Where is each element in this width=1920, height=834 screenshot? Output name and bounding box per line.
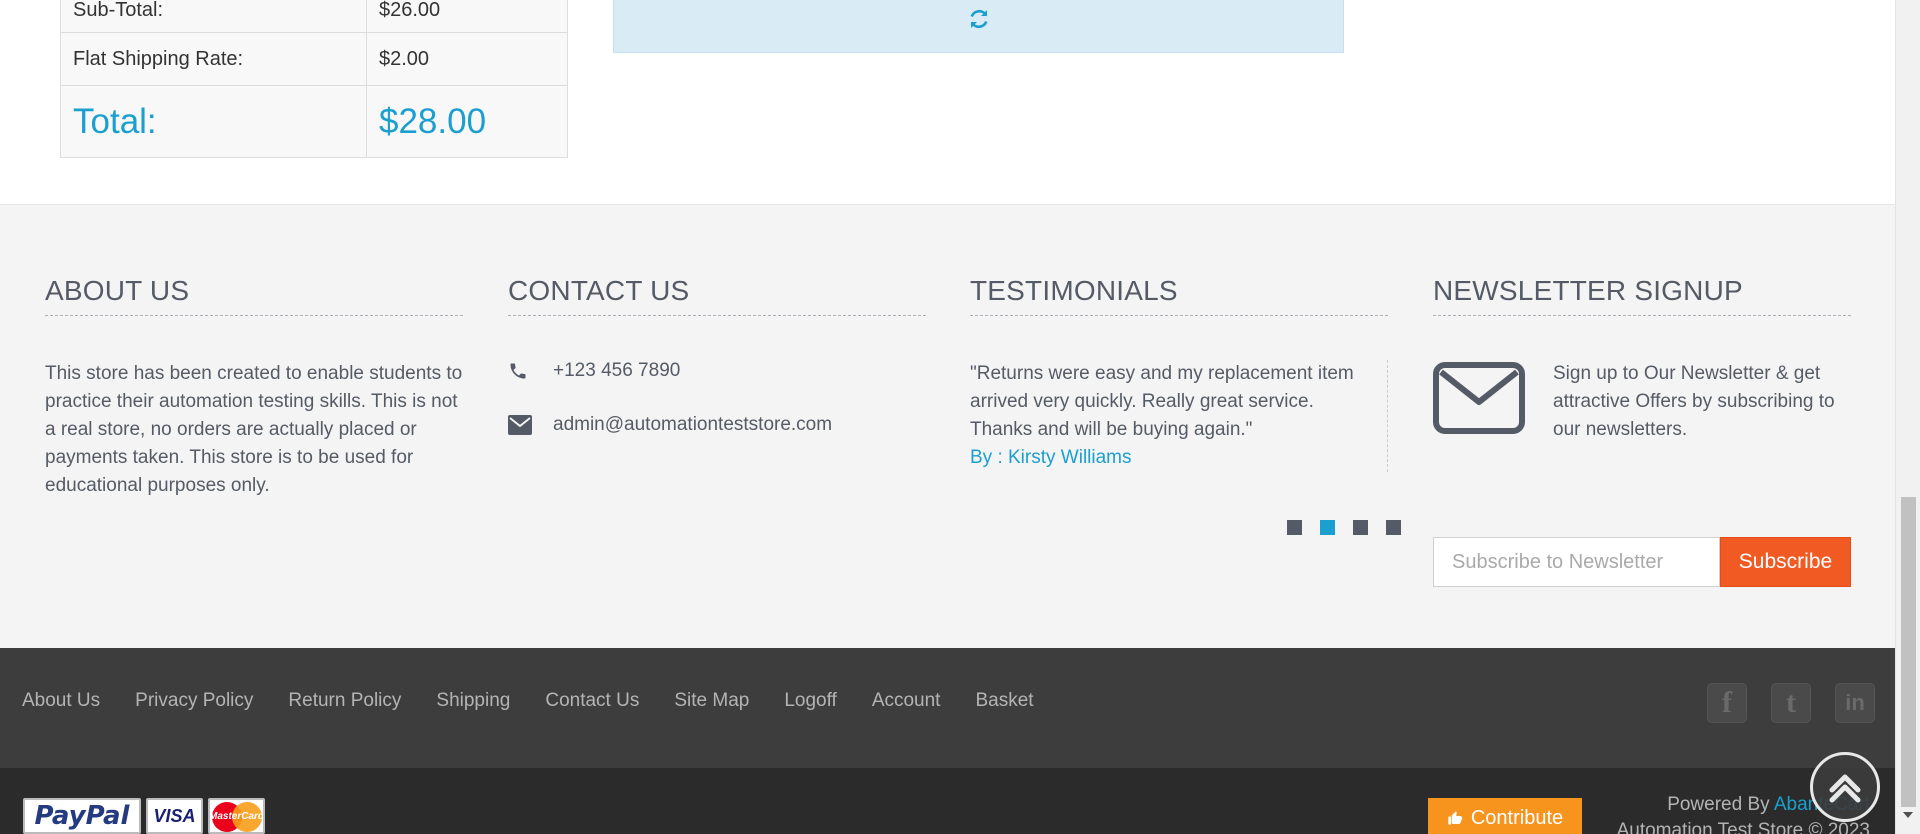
testimonial-quote: "Returns were easy and my replacement it… (970, 363, 1354, 440)
testimonials-title: TESTIMONIALS (970, 275, 1388, 316)
refresh-icon[interactable] (967, 7, 991, 31)
mastercard-logo: MasterCard (208, 798, 265, 834)
chevron-up-icon (1829, 774, 1861, 803)
about-us-text: This store has been created to enable st… (45, 363, 463, 496)
estimate-shipping-panel (613, 0, 1344, 53)
total-label: Total: (60, 85, 367, 158)
newsletter-title: NEWSLETTER SIGNUP (1433, 275, 1851, 316)
total-row: Total: $28.00 (60, 85, 568, 158)
powered-by-prefix: Powered By (1667, 794, 1770, 815)
testimonial-dot-4[interactable] (1386, 520, 1401, 535)
footer-link-contact-us[interactable]: Contact Us (545, 690, 639, 711)
testimonial-slide: "Returns were easy and my replacement it… (970, 360, 1388, 472)
testimonial-dot-1[interactable] (1287, 520, 1302, 535)
visa-logo: VISA (146, 798, 203, 834)
about-us-block: ABOUT US This store has been created to … (45, 275, 463, 500)
thumbs-up-icon (1448, 811, 1463, 825)
subtotal-label: Sub-Total: (60, 0, 367, 33)
twitter-icon[interactable]: t (1771, 683, 1811, 723)
newsletter-email-input[interactable] (1433, 537, 1720, 587)
testimonial-dot-2[interactable] (1320, 520, 1335, 535)
totals-table: Sub-Total: $26.00 Flat Shipping Rate: $2… (60, 0, 568, 158)
footer-link-privacy-policy[interactable]: Privacy Policy (135, 690, 253, 711)
testimonial-dot-3[interactable] (1353, 520, 1368, 535)
contact-email-row: admin@automationteststore.com (508, 414, 926, 436)
footer-link-about-us[interactable]: About Us (22, 690, 100, 711)
footer-bottom: PayPal VISA MasterCard Contribute Powere… (0, 768, 1895, 834)
footer-links-bar: About Us Privacy Policy Return Policy Sh… (0, 648, 1895, 768)
shipping-value: $2.00 (366, 32, 568, 86)
social-links: f t in (1707, 683, 1875, 723)
scrollbar-thumb[interactable] (1901, 497, 1916, 807)
back-to-top-button[interactable] (1810, 752, 1880, 822)
subtotal-value: $26.00 (366, 0, 568, 33)
contribute-button[interactable]: Contribute (1428, 798, 1582, 834)
newsletter-form: Subscribe (1433, 537, 1851, 587)
contribute-label: Contribute (1470, 806, 1564, 829)
contact-us-title: CONTACT US (508, 275, 926, 316)
envelope-icon (508, 415, 553, 435)
phone-icon (508, 361, 553, 381)
page-scrollbar[interactable] (1895, 0, 1920, 834)
subscribe-button[interactable]: Subscribe (1720, 537, 1851, 587)
contact-phone-row: +123 456 7890 (508, 360, 926, 382)
footer-link-shipping[interactable]: Shipping (436, 690, 510, 711)
cart-totals-section: Sub-Total: $26.00 Flat Shipping Rate: $2… (0, 0, 1895, 205)
about-us-title: ABOUT US (45, 275, 463, 316)
contact-us-block: CONTACT US +123 456 7890 admin@automatio… (508, 275, 926, 436)
testimonials-block: TESTIMONIALS "Returns were easy and my r… (970, 275, 1388, 472)
newsletter-text: Sign up to Our Newsletter & get attracti… (1553, 363, 1835, 440)
contact-email[interactable]: admin@automationteststore.com (553, 414, 832, 436)
shipping-label: Flat Shipping Rate: (60, 32, 367, 86)
newsletter-envelope-icon (1433, 360, 1553, 444)
payment-methods: PayPal VISA MasterCard (23, 798, 265, 834)
footer-link-basket[interactable]: Basket (975, 690, 1033, 711)
shipping-row: Flat Shipping Rate: $2.00 (60, 32, 568, 86)
testimonial-author: By : Kirsty Williams (970, 447, 1132, 468)
paypal-logo: PayPal (23, 798, 141, 834)
footer-link-return-policy[interactable]: Return Policy (288, 690, 401, 711)
footer-link-account[interactable]: Account (872, 690, 941, 711)
footer-nav: About Us Privacy Policy Return Policy Sh… (22, 690, 1034, 712)
linkedin-icon[interactable]: in (1835, 683, 1875, 723)
facebook-icon[interactable]: f (1707, 683, 1747, 723)
scroll-down-arrow[interactable] (1903, 812, 1913, 818)
testimonial-pagination (1287, 520, 1401, 535)
contact-phone: +123 456 7890 (553, 360, 681, 381)
mastercard-text: MasterCard (208, 810, 265, 822)
copyright-text: Automation Test Store © 2023 (1616, 820, 1870, 834)
footer-link-logoff[interactable]: Logoff (784, 690, 836, 711)
footer-link-site-map[interactable]: Site Map (674, 690, 749, 711)
subtotal-row: Sub-Total: $26.00 (60, 0, 568, 33)
newsletter-block: NEWSLETTER SIGNUP Sign up to Our Newslet… (1433, 275, 1851, 444)
total-value: $28.00 (366, 85, 568, 158)
